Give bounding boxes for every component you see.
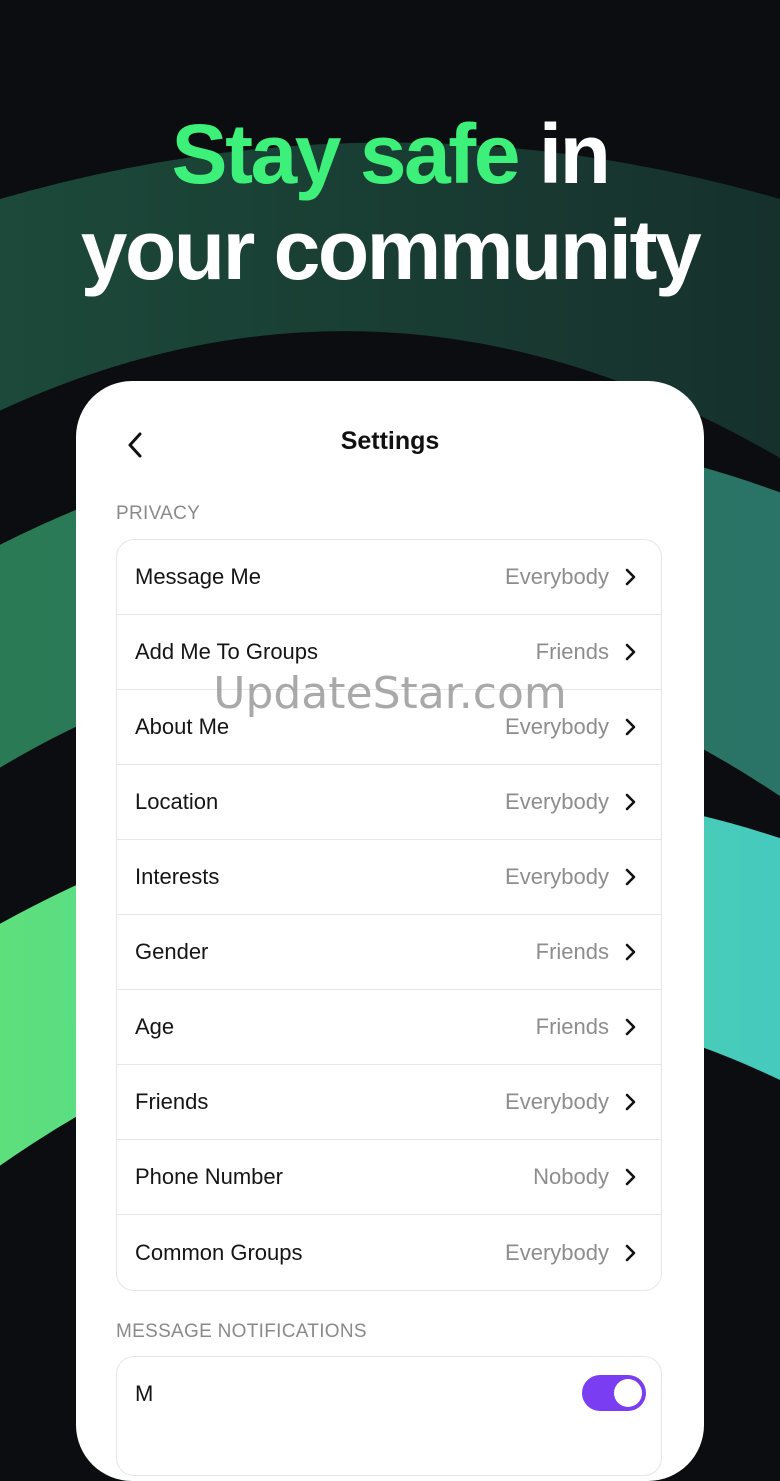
page-title: Settings xyxy=(340,427,440,455)
row-value: Friends xyxy=(535,939,609,964)
settings-card: Settings PRIVACY Message Me Everybody Ad… xyxy=(76,381,704,1481)
chevron-right-icon xyxy=(625,867,639,887)
headline: Stay safe in your community xyxy=(0,106,780,298)
headline-line-2: your community xyxy=(80,203,702,297)
row-value: Everybody xyxy=(505,564,609,589)
privacy-item-friends[interactable]: Friends Everybody xyxy=(117,1065,661,1140)
chevron-right-icon xyxy=(625,717,639,737)
privacy-item-interests[interactable]: Interests Everybody xyxy=(117,840,661,915)
row-value: Everybody xyxy=(505,714,609,739)
row-value: Friends xyxy=(535,1014,609,1039)
notifications-list: M xyxy=(116,1356,662,1476)
privacy-item-about-me[interactable]: About Me Everybody xyxy=(117,690,661,765)
message-notifications-section-label: MESSAGE NOTIFICATIONS xyxy=(116,1321,367,1342)
privacy-item-age[interactable]: Age Friends xyxy=(117,990,661,1065)
row-value: Nobody xyxy=(533,1164,609,1189)
notifications-toggle[interactable] xyxy=(582,1375,646,1411)
chevron-right-icon xyxy=(625,1092,639,1112)
chevron-right-icon xyxy=(625,1017,639,1037)
privacy-item-gender[interactable]: Gender Friends xyxy=(117,915,661,990)
chevron-right-icon xyxy=(625,1167,639,1187)
privacy-item-phone-number[interactable]: Phone Number Nobody xyxy=(117,1140,661,1215)
row-value: Everybody xyxy=(505,1089,609,1114)
row-label: About Me xyxy=(135,714,230,739)
row-label: Phone Number xyxy=(135,1164,283,1189)
row-label: Friends xyxy=(135,1089,209,1114)
chevron-right-icon xyxy=(625,642,639,662)
privacy-item-common-groups[interactable]: Common Groups Everybody xyxy=(117,1215,661,1290)
chevron-right-icon xyxy=(625,792,639,812)
row-label: Message Me xyxy=(135,564,261,589)
headline-accent: Stay safe xyxy=(171,107,521,201)
toggle-knob xyxy=(614,1379,642,1407)
row-label: Gender xyxy=(135,939,209,964)
privacy-item-location[interactable]: Location Everybody xyxy=(117,765,661,840)
row-label: Location xyxy=(135,789,219,814)
privacy-item-message-me[interactable]: Message Me Everybody xyxy=(117,540,661,615)
row-label: Age xyxy=(135,1014,175,1039)
chevron-right-icon xyxy=(625,942,639,962)
chevron-right-icon xyxy=(625,1243,639,1263)
row-value: Everybody xyxy=(505,1239,609,1265)
row-value: Everybody xyxy=(505,789,609,814)
row-label: Add Me To Groups xyxy=(135,639,319,664)
headline-line-1: Stay safe in xyxy=(0,106,780,202)
settings-header: Settings xyxy=(76,381,704,501)
headline-rest: in xyxy=(538,107,611,201)
privacy-list: Message Me Everybody Add Me To Groups Fr… xyxy=(116,539,662,1291)
chevron-right-icon xyxy=(625,567,639,587)
privacy-item-add-me-to-groups[interactable]: Add Me To Groups Friends xyxy=(117,615,661,690)
row-value: Everybody xyxy=(505,864,609,889)
row-label: Common Groups xyxy=(135,1239,303,1265)
row-label: Interests xyxy=(135,864,220,889)
notification-item-label: M xyxy=(135,1381,154,1406)
row-value: Friends xyxy=(535,639,609,664)
privacy-section-label: PRIVACY xyxy=(116,503,201,524)
